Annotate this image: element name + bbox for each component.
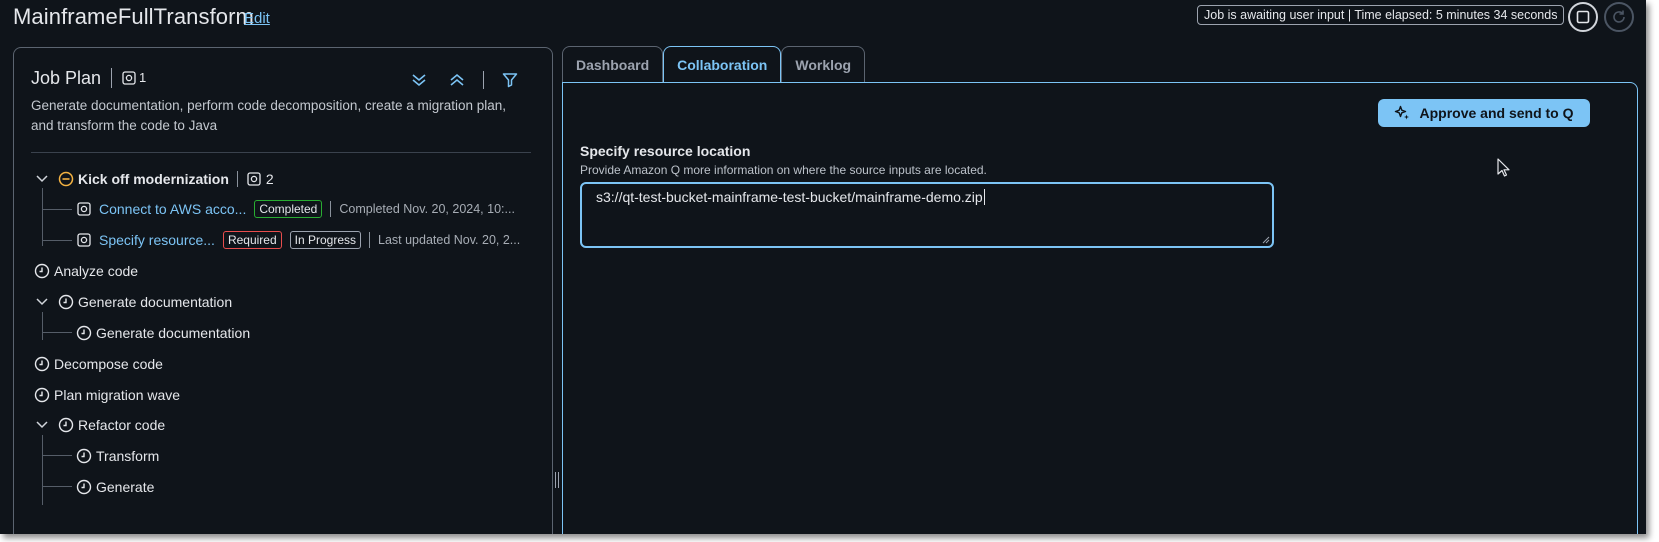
tree-item-meta: Last updated Nov. 20, 2... — [378, 233, 521, 247]
step-icon — [122, 70, 136, 85]
status-badge: Job is awaiting user input | Time elapse… — [1197, 5, 1565, 25]
clock-icon — [58, 417, 74, 433]
resource-location-description: Provide Amazon Q more information on whe… — [580, 163, 987, 177]
tree-item-analyze-code[interactable]: Analyze code — [34, 260, 138, 282]
resource-location-input[interactable]: s3://qt-test-bucket-mainframe-test-bucke… — [580, 182, 1274, 248]
tree-guide — [42, 435, 43, 505]
job-plan-count: 1 — [139, 70, 147, 85]
job-plan-toolbar — [407, 70, 536, 90]
clock-icon — [58, 294, 74, 310]
edit-link[interactable]: Edit — [244, 10, 270, 27]
expand-all-button[interactable] — [407, 70, 431, 90]
tree-item-label: Plan migration wave — [54, 387, 181, 403]
clock-icon — [34, 387, 50, 403]
page-title: MainframeFullTransform — [13, 4, 254, 29]
tree-item-label: Transform — [96, 448, 160, 464]
chevron-down-icon[interactable] — [34, 417, 50, 433]
resize-grip-icon[interactable] — [1262, 236, 1270, 244]
tab-worklog[interactable]: Worklog — [781, 46, 866, 82]
tree-item-label: Analyze code — [54, 263, 139, 279]
tree-guide — [42, 455, 72, 456]
tree-item-plan-migration-wave[interactable]: Plan migration wave — [34, 384, 180, 406]
tree-item-label: Refactor code — [78, 417, 166, 433]
step-icon — [76, 201, 92, 217]
tree-item-link[interactable]: Connect to AWS acco... — [99, 201, 246, 217]
tree-item-meta: Completed Nov. 20, 2024, 10:... — [339, 202, 515, 216]
collapse-all-icon — [450, 73, 464, 86]
clock-icon — [34, 356, 50, 372]
tree-item-label: Kick off modernization — [78, 171, 229, 187]
job-plan-panel: Job Plan 1 Generate documentation, perfo… — [13, 47, 553, 534]
divider — [330, 201, 332, 217]
tree-item-label: Generate documentation — [78, 294, 233, 310]
collaboration-panel: Approve and send to Q Specify resource l… — [562, 82, 1638, 534]
divider — [369, 232, 370, 248]
tab-collaboration[interactable]: Collaboration — [663, 46, 782, 82]
tab-bar: Dashboard Collaboration Worklog — [562, 46, 866, 82]
chevron-down-icon[interactable] — [34, 294, 50, 310]
tree-item-connect-aws[interactable]: Connect to AWS acco... Completed Complet… — [76, 198, 515, 220]
tab-dashboard[interactable]: Dashboard — [562, 46, 664, 82]
app-window: MainframeFullTransform Edit Job is await… — [0, 0, 1646, 534]
in-progress-icon — [58, 171, 74, 187]
tree-item-generate[interactable]: Generate — [76, 476, 154, 498]
filter-button[interactable] — [498, 70, 522, 90]
tree-guide — [42, 188, 43, 246]
status-badge: Completed — [254, 200, 323, 218]
tree-item-refactor-code[interactable]: Refactor code — [34, 414, 165, 436]
tree-guide — [42, 332, 72, 333]
clock-icon — [76, 448, 92, 464]
resource-location-value: s3://qt-test-bucket-mainframe-test-bucke… — [596, 189, 983, 205]
clock-icon — [76, 479, 92, 495]
approve-and-send-button[interactable]: Approve and send to Q — [1378, 99, 1590, 127]
tree-item-label: Generate documentation — [96, 325, 251, 341]
tree-item-transform[interactable]: Transform — [76, 445, 159, 467]
sparkle-icon — [1395, 105, 1410, 120]
job-plan-description: Generate documentation, perform code dec… — [31, 98, 507, 133]
tree-guide — [42, 209, 72, 210]
filter-icon — [502, 73, 518, 88]
divider — [111, 68, 112, 88]
panel-resize-handle[interactable] — [555, 472, 559, 492]
job-plan-count-badge: 1 — [122, 70, 146, 85]
divider — [236, 171, 238, 187]
stop-job-button[interactable] — [1568, 2, 1598, 32]
approve-button-label: Approve and send to Q — [1419, 105, 1574, 121]
clock-icon — [34, 263, 50, 279]
tree-item-count: 2 — [265, 171, 274, 187]
tree-item-label: Decompose code — [54, 356, 163, 372]
tree-item-kick-off-modernization[interactable]: Kick off modernization 2 — [34, 168, 274, 190]
tree-item-decompose-code[interactable]: Decompose code — [34, 353, 163, 375]
step-icon — [246, 171, 262, 187]
refresh-button[interactable] — [1604, 2, 1634, 32]
job-plan-title: Job Plan — [31, 68, 102, 88]
divider — [31, 152, 531, 153]
divider — [483, 71, 484, 89]
collapse-all-button[interactable] — [445, 70, 469, 90]
tree-guide — [42, 312, 43, 340]
resource-location-label: Specify resource location — [580, 143, 751, 159]
status-badge: In Progress — [289, 231, 361, 249]
tree-item-label: Generate — [96, 479, 155, 495]
clock-icon — [76, 325, 92, 341]
required-badge: Required — [222, 231, 282, 249]
chevron-down-icon[interactable] — [34, 171, 50, 187]
tree-guide — [42, 486, 72, 487]
mouse-cursor-icon — [1497, 158, 1510, 177]
refresh-icon — [1613, 10, 1625, 23]
tree-item-generate-documentation[interactable]: Generate documentation — [34, 291, 232, 313]
tree-guide — [42, 240, 72, 241]
tree-item-specify-resource[interactable]: Specify resource... Required In Progress… — [76, 229, 520, 251]
tree-item-generate-documentation-step[interactable]: Generate documentation — [76, 322, 250, 344]
text-caret — [983, 189, 985, 205]
step-icon — [76, 232, 92, 248]
stop-icon — [1576, 10, 1590, 24]
tree-item-link[interactable]: Specify resource... — [99, 232, 215, 248]
expand-all-icon — [412, 74, 426, 87]
